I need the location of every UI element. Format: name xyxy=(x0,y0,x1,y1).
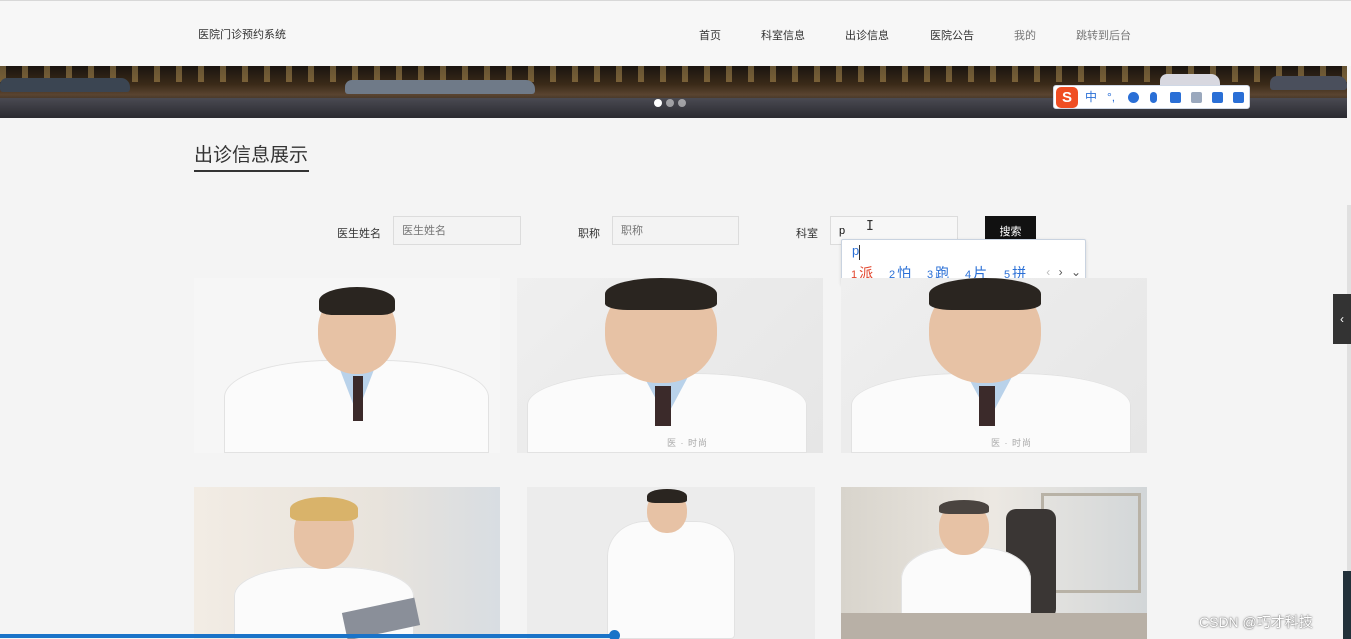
microphone-icon[interactable] xyxy=(1150,92,1157,103)
chevron-left-icon: ‹ xyxy=(1340,312,1344,326)
doctor-card[interactable]: 医 · 时尚 xyxy=(841,278,1147,453)
doctor-photo xyxy=(224,278,489,453)
ime-expand-icon[interactable]: ⌄ xyxy=(1071,265,1081,279)
doctor-name-input[interactable] xyxy=(393,216,521,245)
carousel-dots xyxy=(654,94,690,112)
text-cursor-icon: I xyxy=(866,219,874,234)
nav-home[interactable]: 首页 xyxy=(699,27,721,43)
doctor-photo xyxy=(597,487,747,639)
carousel-dot-1[interactable] xyxy=(654,99,662,107)
doctor-photo: 医 · 时尚 xyxy=(517,278,823,453)
section-title-underline xyxy=(194,170,309,172)
carousel-dot-2[interactable] xyxy=(666,99,674,107)
nav-departments[interactable]: 科室信息 xyxy=(761,27,805,43)
banner-car xyxy=(1270,76,1347,90)
department-label: 科室 xyxy=(796,228,818,240)
ime-toolbar[interactable]: S 中 °, xyxy=(1053,85,1250,109)
nav-mine[interactable]: 我的 xyxy=(1014,27,1036,43)
ime-punct-toggle[interactable]: °, xyxy=(1107,89,1115,105)
user-icon[interactable] xyxy=(1191,92,1202,103)
video-progress-bar[interactable] xyxy=(0,634,616,638)
doctor-photo: 医 · 时尚 xyxy=(841,278,1147,453)
sogou-logo-icon[interactable]: S xyxy=(1056,87,1078,108)
window-edge-widget xyxy=(1343,571,1351,639)
banner-car xyxy=(0,78,130,92)
section-title: 出诊信息展示 xyxy=(194,145,309,166)
side-drawer-toggle[interactable]: ‹ xyxy=(1333,294,1351,344)
banner-lights xyxy=(0,66,1347,82)
toolbox-grid-icon[interactable] xyxy=(1233,92,1244,103)
banner-car xyxy=(345,80,535,94)
title-input[interactable] xyxy=(612,216,739,245)
doctor-card[interactable] xyxy=(527,487,815,639)
doctor-card[interactable]: 医 · 时尚 xyxy=(517,278,823,453)
csdn-watermark: CSDN @巧才科技 xyxy=(1199,614,1313,630)
title-label: 职称 xyxy=(578,228,600,240)
doctor-name-label: 医生姓名 xyxy=(337,228,381,240)
nav-announcements[interactable]: 医院公告 xyxy=(930,27,974,43)
site-title[interactable]: 医院门诊预约系统 xyxy=(198,26,286,42)
ime-prev-page-icon[interactable]: ‹ xyxy=(1046,265,1050,279)
ime-mode-toggle[interactable]: 中 xyxy=(1085,89,1097,105)
top-navbar: 医院门诊预约系统 首页 科室信息 出诊信息 医院公告 我的 跳转到后台 xyxy=(0,0,1351,66)
ime-caret xyxy=(859,245,860,260)
ime-next-page-icon[interactable]: › xyxy=(1059,265,1063,279)
doctor-photo xyxy=(841,487,1147,639)
ime-page-controls: ‹ › ⌄ xyxy=(1046,265,1081,279)
doctor-card[interactable] xyxy=(841,487,1147,639)
carousel-dot-3[interactable] xyxy=(678,99,686,107)
doctor-card[interactable] xyxy=(194,278,500,453)
emoji-icon[interactable] xyxy=(1128,92,1139,103)
skin-shirt-icon[interactable] xyxy=(1212,92,1223,103)
doctor-card[interactable] xyxy=(194,487,500,639)
keyboard-icon[interactable] xyxy=(1170,92,1181,103)
doctor-photo xyxy=(234,487,434,639)
nav-admin[interactable]: 跳转到后台 xyxy=(1076,27,1131,43)
nav-schedules[interactable]: 出诊信息 xyxy=(845,27,889,43)
video-progress-handle[interactable] xyxy=(609,630,620,639)
